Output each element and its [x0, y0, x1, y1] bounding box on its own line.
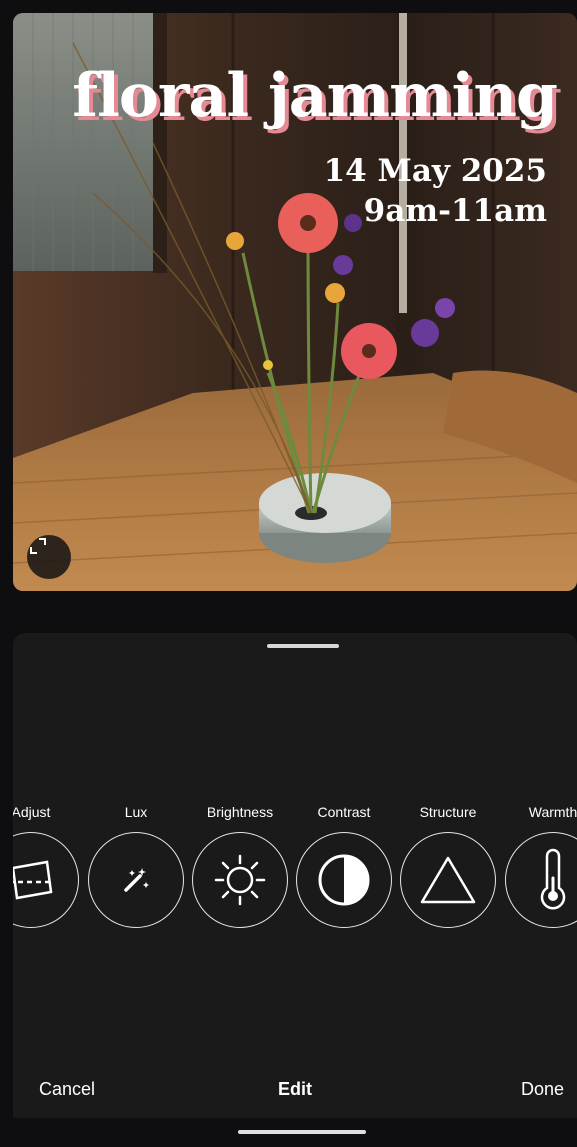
tool-contrast[interactable]: Contrast: [294, 801, 394, 931]
triangle-icon: [420, 856, 476, 904]
overlay-time: 9am-11am: [363, 193, 547, 229]
tool-label: Structure: [419, 804, 477, 820]
tool-brightness[interactable]: Brightness: [190, 801, 290, 931]
edit-sheet: Adjust Lux Brightness Contrast Structure…: [13, 633, 577, 1118]
tool-brightness-button[interactable]: [192, 832, 288, 928]
tool-adjust[interactable]: Adjust: [13, 801, 81, 931]
overlay-date-time: 14 May 2025 9am-11am: [324, 151, 547, 231]
overlay-title: floral jamming: [72, 61, 558, 131]
sheet-grabber[interactable]: [267, 644, 339, 648]
tool-label: Brightness: [206, 804, 274, 820]
tool-adjust-button[interactable]: [13, 832, 79, 928]
screen: floral jamming 14 May 2025 9am-11am Adju…: [0, 0, 577, 1147]
tool-warmth-button[interactable]: [505, 832, 577, 928]
adjust-icon: [13, 860, 53, 900]
edit-title: Edit: [278, 1079, 312, 1099]
tool-lux-button[interactable]: [88, 832, 184, 928]
tool-structure[interactable]: Structure: [398, 801, 498, 931]
expand-button[interactable]: [27, 535, 71, 579]
done-button[interactable]: Done: [521, 1073, 564, 1105]
edit-footer: Cancel Edit Done: [13, 1073, 577, 1105]
tool-structure-button[interactable]: [400, 832, 496, 928]
tool-label: Contrast: [317, 804, 371, 820]
overlay-date: 14 May 2025: [323, 153, 547, 189]
thermometer-icon: [540, 848, 566, 910]
tool-carousel[interactable]: Adjust Lux Brightness Contrast Structure…: [13, 801, 577, 931]
home-indicator[interactable]: [238, 1130, 366, 1134]
tool-lux[interactable]: Lux: [86, 801, 186, 931]
contrast-icon: [318, 854, 370, 906]
expand-icon: [30, 538, 46, 554]
tool-label: Warmth: [528, 804, 577, 820]
sun-icon: [214, 854, 266, 906]
tool-warmth[interactable]: Warmth: [503, 801, 577, 931]
magic-wand-icon: [124, 868, 149, 892]
tool-label: Lux: [124, 804, 148, 820]
tool-label: Adjust: [13, 804, 51, 820]
tool-contrast-button[interactable]: [296, 832, 392, 928]
photo-preview[interactable]: floral jamming 14 May 2025 9am-11am: [13, 13, 577, 591]
